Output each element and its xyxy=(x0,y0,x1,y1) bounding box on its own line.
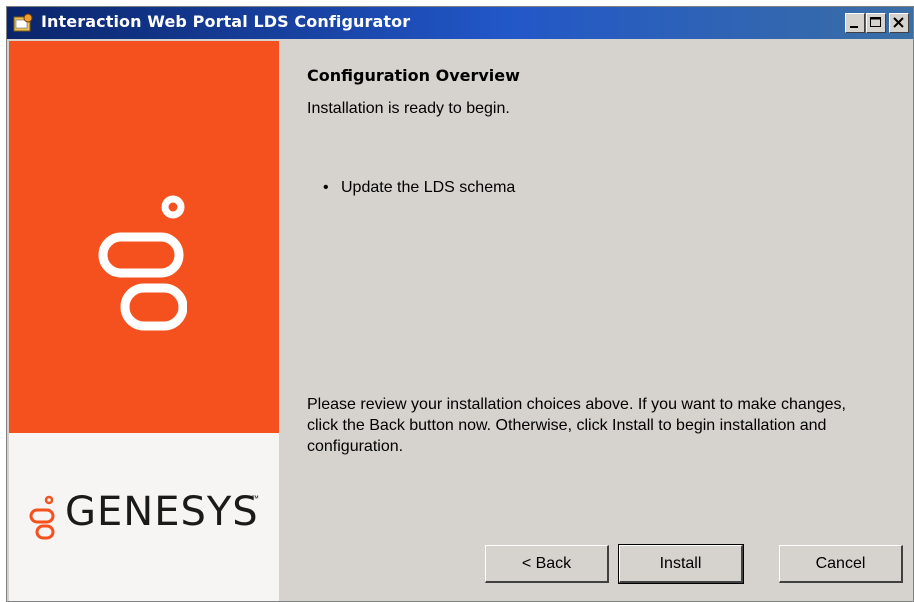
genesys-small-logo-icon xyxy=(29,495,55,540)
app-icon xyxy=(13,13,35,33)
brand-panel xyxy=(9,41,279,433)
trademark-symbol: ™ xyxy=(251,494,259,503)
page-title: Configuration Overview xyxy=(307,66,520,85)
title-bar[interactable]: Interaction Web Portal LDS Configurator xyxy=(7,7,913,39)
configurator-window: Interaction Web Portal LDS Configurator xyxy=(6,6,914,602)
close-icon xyxy=(893,17,904,28)
genesys-wordmark-text: GENESYS xyxy=(65,489,259,535)
list-item: • Update the LDS schema xyxy=(323,179,515,197)
maximize-button[interactable] xyxy=(866,13,886,33)
minimize-icon xyxy=(850,26,858,28)
minimize-button[interactable] xyxy=(845,13,865,33)
window-title: Interaction Web Portal LDS Configurator xyxy=(41,12,411,31)
maximize-icon xyxy=(870,17,881,27)
bullet: • xyxy=(323,179,329,196)
close-button[interactable] xyxy=(889,13,909,33)
list-item-label: Update the LDS schema xyxy=(341,179,516,196)
brand-wordmark-panel: GENESYS ™ xyxy=(9,433,279,601)
task-list: • Update the LDS schema xyxy=(323,179,515,197)
back-button[interactable]: < Back xyxy=(485,545,609,583)
review-instructions: Please review your installation choices … xyxy=(307,396,846,455)
status-text: Installation is ready to begin. xyxy=(307,100,510,117)
cancel-button[interactable]: Cancel xyxy=(779,545,903,583)
genesys-logo-icon xyxy=(98,195,187,331)
install-button[interactable]: Install xyxy=(618,544,744,584)
